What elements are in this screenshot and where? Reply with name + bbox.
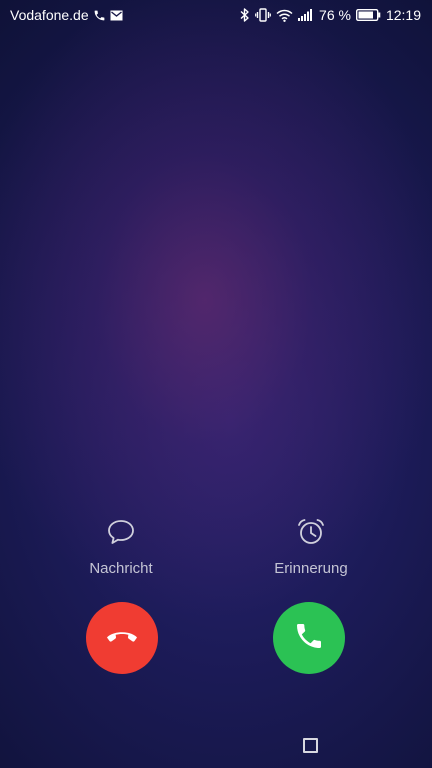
signal-icon: [298, 9, 314, 21]
vibrate-icon: [255, 8, 271, 22]
phone-icon: [93, 9, 106, 22]
clock: 12:19: [385, 7, 421, 23]
bluetooth-icon: [240, 8, 250, 22]
status-bar-right: 76 % 12:19: [240, 7, 421, 23]
accept-call-button[interactable]: [273, 602, 345, 674]
message-label: Nachricht: [89, 560, 153, 577]
recent-apps-button[interactable]: [303, 738, 318, 753]
battery-percent: 76 %: [319, 7, 351, 23]
status-bar: Vodafone.de 76 % 12:19: [0, 0, 432, 32]
phone-answer-icon: [293, 620, 325, 656]
message-action[interactable]: Nachricht: [51, 514, 191, 577]
decline-call-button[interactable]: [86, 602, 158, 674]
reminder-action[interactable]: Erinnerung: [241, 514, 381, 577]
hang-up-icon: [105, 628, 139, 648]
incoming-call-screen: Vodafone.de 76 % 12:19 Nachricht Erinner…: [0, 0, 432, 768]
battery-icon: [355, 9, 381, 21]
chat-bubble-icon: [51, 514, 191, 550]
alarm-clock-icon: [241, 514, 381, 550]
mail-icon: [110, 10, 123, 21]
wifi-icon: [276, 9, 293, 22]
status-bar-left: Vodafone.de: [10, 7, 123, 23]
reminder-label: Erinnerung: [274, 560, 348, 577]
carrier-name: Vodafone.de: [10, 7, 89, 23]
